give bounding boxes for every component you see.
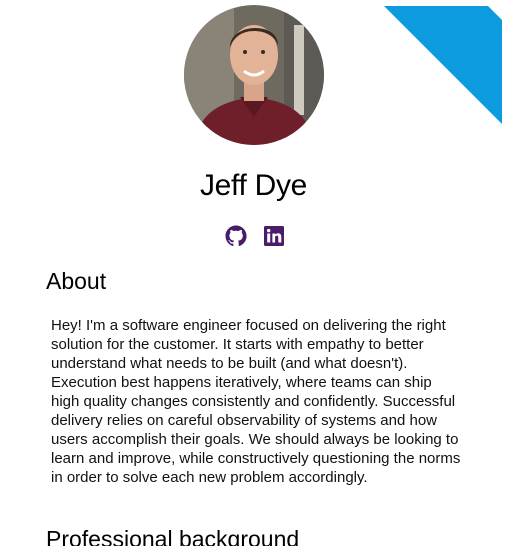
about-text: Hey! I'm a software engineer focused on … [51, 317, 461, 486]
professional-background-heading: Professional background [46, 526, 300, 546]
linkedin-icon [264, 226, 284, 246]
github-link[interactable] [224, 224, 248, 248]
github-icon [225, 225, 247, 247]
avatar [184, 5, 324, 145]
profile-name: Jeff Dye [199, 169, 308, 202]
about-heading: About [46, 268, 107, 294]
profile-photo [184, 5, 324, 145]
corner-ribbon [384, 6, 502, 124]
linkedin-link[interactable] [262, 224, 286, 248]
social-links [224, 224, 286, 248]
